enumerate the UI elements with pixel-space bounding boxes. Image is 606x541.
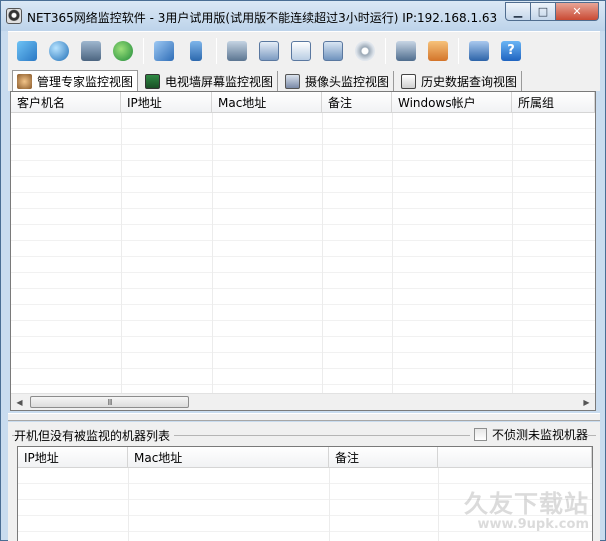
- horizontal-scrollbar[interactable]: ◀ III ▶: [11, 393, 595, 410]
- shopping-cart-icon: [469, 40, 489, 61]
- tab-label: 电视墙屏幕监控视图: [165, 74, 274, 89]
- title-bar[interactable]: NET365网络监控软件 - 3用户试用版(试用版不能连续超过3小时运行) IP…: [1, 1, 605, 31]
- unmonitored-panel-title: 开机但没有被监视的机器列表: [14, 427, 175, 444]
- search-document-icon: [291, 40, 311, 61]
- window-title: NET365网络监控软件 - 3用户试用版(试用版不能连续超过3小时运行) IP…: [27, 11, 498, 25]
- toolbar-button-user-profile[interactable]: [425, 38, 451, 64]
- column-header-mac[interactable]: Mac地址: [128, 447, 329, 468]
- tab-history-view[interactable]: 历史数据查询视图: [397, 71, 523, 91]
- grid-line: [212, 113, 213, 393]
- column-header-ip[interactable]: IP地址: [121, 92, 212, 113]
- client-list-body: [11, 113, 595, 393]
- grid-line: [121, 113, 122, 393]
- window-controls: ▁ □ ✕: [505, 2, 599, 21]
- toolbar-separator: [143, 37, 144, 64]
- toolbar: ?: [8, 31, 600, 69]
- help-icon: ?: [501, 40, 521, 61]
- column-header-client-name[interactable]: 客户机名: [11, 92, 121, 113]
- minimize-button[interactable]: ▁: [505, 2, 531, 21]
- network-edit-icon: [154, 40, 174, 61]
- toolbar-button-globe[interactable]: [46, 38, 72, 64]
- column-header-windows-account[interactable]: Windows帐户: [392, 92, 512, 113]
- server-icon: [396, 40, 416, 61]
- toolbar-button-shopping-cart[interactable]: [466, 38, 492, 64]
- view-tabs: 管理专家监控视图 电视墙屏幕监控视图 摄像头监控视图 历史数据查询视图: [8, 69, 600, 91]
- column-header-ip[interactable]: IP地址: [18, 447, 128, 468]
- app-window: NET365网络监控软件 - 3用户试用版(试用版不能连续超过3小时运行) IP…: [0, 0, 606, 541]
- windows-icon: [323, 40, 343, 61]
- scroll-left-icon[interactable]: ◀: [11, 394, 28, 410]
- tab-label: 历史数据查询视图: [421, 74, 518, 89]
- maximize-button[interactable]: □: [531, 2, 556, 21]
- layers-icon: [17, 40, 37, 61]
- column-header-extra[interactable]: [438, 447, 592, 468]
- toolbar-separator: [216, 37, 217, 64]
- mail-icon: [259, 40, 279, 61]
- column-header-group[interactable]: 所属组: [512, 92, 595, 113]
- toolbar-button-search-document[interactable]: [288, 38, 314, 64]
- app-logo-icon: [6, 8, 22, 24]
- toolbar-separator: [458, 37, 459, 64]
- client-list[interactable]: 客户机名 IP地址 Mac地址 备注 Windows帐户 所属组 ◀ III ▶: [10, 91, 596, 411]
- no-detect-checkbox-row[interactable]: 不侦测未监视机器: [469, 426, 588, 443]
- grid-line: [329, 468, 330, 541]
- unmonitored-list-header: IP地址 Mac地址 备注: [18, 447, 592, 468]
- tab-camera-view[interactable]: 摄像头监控视图: [281, 71, 395, 91]
- unmonitored-list-body: [18, 468, 592, 541]
- grid-line: [322, 113, 323, 393]
- toolbar-button-usb[interactable]: [183, 38, 209, 64]
- grid-line: [512, 113, 513, 393]
- tab-expert-view[interactable]: 管理专家监控视图: [12, 70, 139, 91]
- tab-tv-wall-view[interactable]: 电视墙屏幕监控视图: [141, 71, 279, 91]
- no-detect-checkbox-label[interactable]: 不侦测未监视机器: [492, 426, 588, 443]
- toolbar-button-monitor-settings[interactable]: [78, 38, 104, 64]
- column-header-note[interactable]: 备注: [329, 447, 438, 468]
- tab-label: 摄像头监控视图: [305, 74, 390, 89]
- expert-icon: [17, 73, 32, 89]
- toolbar-button-network-edit[interactable]: [151, 38, 177, 64]
- globe-icon: [49, 40, 69, 61]
- grid-line: [595, 113, 596, 393]
- client-list-header: 客户机名 IP地址 Mac地址 备注 Windows帐户 所属组: [11, 92, 595, 113]
- computer-icon: [227, 40, 247, 61]
- tv-wall-icon: [145, 73, 161, 89]
- toolbar-button-disc[interactable]: [352, 38, 378, 64]
- toolbar-separator: [385, 37, 386, 64]
- column-header-note[interactable]: 备注: [322, 92, 392, 113]
- toolbar-button-users[interactable]: [110, 38, 136, 64]
- scrollbar-thumb[interactable]: III: [30, 396, 189, 408]
- camera-icon: [285, 73, 301, 89]
- grid-line: [128, 468, 129, 541]
- panel-splitter[interactable]: [8, 413, 600, 421]
- toolbar-button-windows[interactable]: [320, 38, 346, 64]
- users-icon: [113, 40, 133, 61]
- grid-line: [392, 113, 393, 393]
- scroll-right-icon[interactable]: ▶: [578, 394, 595, 410]
- toolbar-button-server[interactable]: [393, 38, 419, 64]
- monitor-settings-icon: [81, 40, 101, 61]
- history-icon: [401, 73, 417, 89]
- tab-label: 管理专家监控视图: [37, 74, 134, 89]
- toolbar-button-help[interactable]: ?: [498, 38, 524, 64]
- usb-icon: [190, 40, 202, 61]
- toolbar-button-layers[interactable]: [14, 38, 40, 64]
- toolbar-button-mail[interactable]: [256, 38, 282, 64]
- unmonitored-machines-panel: 开机但没有被监视的机器列表 不侦测未监视机器 IP地址 Mac地址 备注: [8, 422, 600, 541]
- user-profile-icon: [428, 40, 448, 61]
- disc-icon: [355, 40, 375, 61]
- grid-line: [438, 468, 439, 541]
- close-button[interactable]: ✕: [556, 2, 599, 21]
- toolbar-button-computer[interactable]: [224, 38, 250, 64]
- unmonitored-list[interactable]: IP地址 Mac地址 备注: [17, 446, 593, 541]
- no-detect-checkbox[interactable]: [473, 428, 487, 441]
- column-header-mac[interactable]: Mac地址: [212, 92, 322, 113]
